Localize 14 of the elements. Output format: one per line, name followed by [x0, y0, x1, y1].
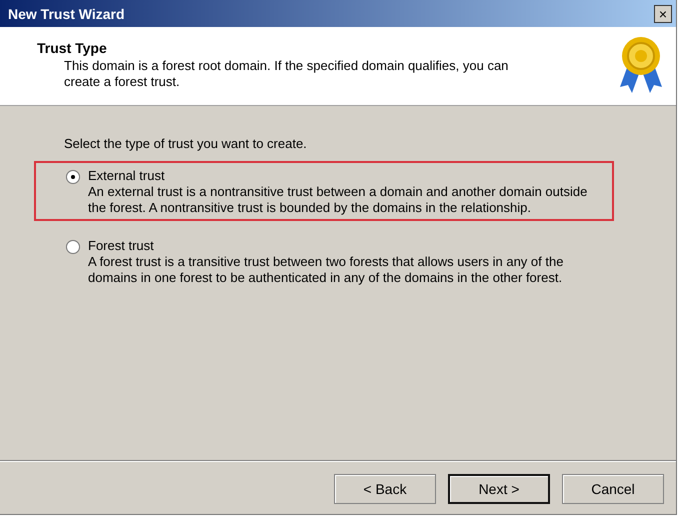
prompt-text: Select the type of trust you want to create. [64, 136, 308, 151]
option-description: A forest trust is a transitive trust between two forests that allows users in any of the domains in one forest to be authenticated in any of the domains in the other forest. [88, 254, 564, 286]
close-button[interactable]: × [654, 4, 672, 22]
window-title: New Trust Wizard [8, 6, 125, 22]
wizard-button[interactable]: < Back [334, 474, 436, 504]
wizard-button[interactable]: Cancel [562, 474, 664, 504]
wizard-button[interactable]: Next > [448, 474, 550, 504]
option-description: An external trust is a nontransitive trust between a domain and another domain outside the forest. A nontransitive trust is bounded by the domains in the relationship. [88, 184, 588, 216]
radio-button[interactable] [66, 240, 80, 254]
radio-button[interactable] [66, 170, 80, 184]
page-title: Trust Type [37, 40, 108, 56]
option-label[interactable]: External trust [88, 168, 608, 184]
page-description: This domain is a forest root domain. If the specified domain qualifies, you can create a forest trust. [63, 58, 510, 90]
option-label[interactable]: Forest trust [88, 238, 608, 254]
